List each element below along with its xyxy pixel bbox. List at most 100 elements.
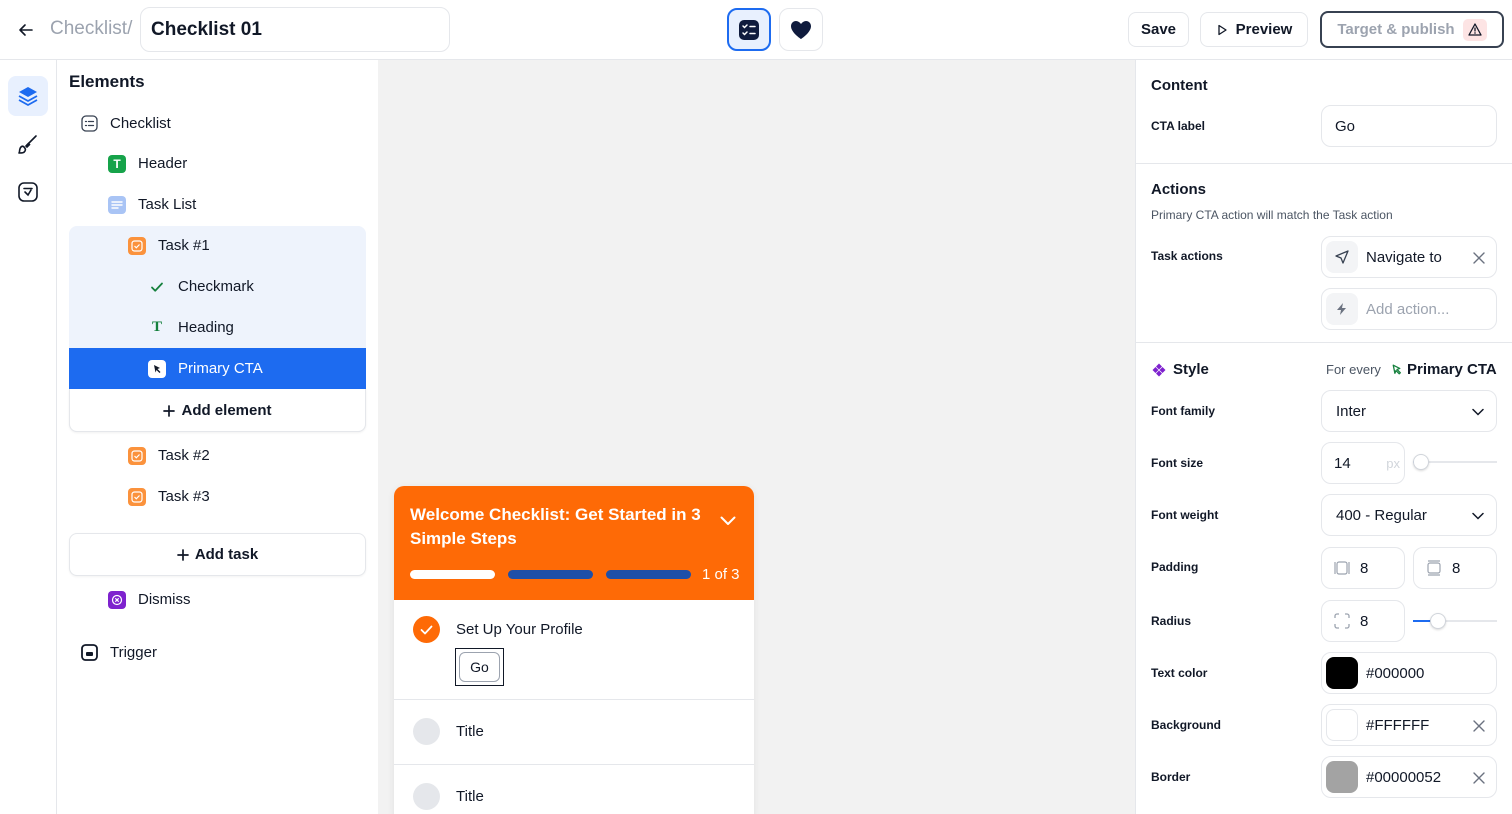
tree-item-header[interactable]: T Header <box>108 143 187 184</box>
tree-item-primary-cta[interactable]: Primary CTA <box>148 348 263 389</box>
padding-vertical-icon <box>1427 560 1441 576</box>
properties-panel: Content CTA label Go Actions Primary CTA… <box>1135 60 1512 814</box>
cursor-click-icon <box>1392 364 1401 375</box>
font-weight-label: Font weight <box>1151 508 1219 522</box>
divider <box>1136 163 1512 164</box>
arrow-left-icon <box>19 24 33 36</box>
divider <box>1136 342 1512 343</box>
task-row[interactable]: Title <box>394 700 754 765</box>
text-icon: T <box>108 154 126 173</box>
slider-knob[interactable] <box>1430 613 1447 629</box>
target-publish-button[interactable]: Target & publish <box>1320 11 1504 48</box>
layers-rail-button[interactable] <box>8 76 48 116</box>
padding-x-input[interactable]: 8 <box>1321 547 1405 589</box>
heart-icon <box>791 20 811 39</box>
tree-item-checklist[interactable]: Checklist <box>80 103 171 144</box>
add-element-button[interactable]: Add element <box>69 389 366 432</box>
task-icon <box>128 236 146 255</box>
color-swatch[interactable] <box>1326 709 1358 741</box>
close-icon[interactable] <box>1472 719 1486 733</box>
task-cta-button[interactable]: Go <box>455 648 504 686</box>
task-title: Title <box>456 788 484 805</box>
tree-item-dismiss[interactable]: Dismiss <box>108 579 191 620</box>
progress-text: 1 of 3 <box>702 566 740 583</box>
tree-item-task-list[interactable]: Task List <box>108 184 196 225</box>
text-color-input[interactable]: #000000 <box>1321 652 1497 694</box>
font-family-select[interactable]: Inter <box>1321 390 1497 432</box>
checklist-name-input[interactable] <box>140 7 450 52</box>
checklist-mode-button[interactable] <box>727 8 771 51</box>
font-size-input[interactable]: 14 px <box>1321 442 1405 484</box>
style-section-title: Style <box>1173 361 1209 378</box>
chevron-down-icon[interactable] <box>720 516 736 526</box>
task-icon <box>128 446 146 465</box>
tree-item-task2[interactable]: Task #2 <box>128 435 210 476</box>
top-bar: Checklist/ Save Preview Target & publish <box>0 0 1512 60</box>
font-family-label: Font family <box>1151 404 1216 418</box>
tree-item-trigger[interactable]: Trigger <box>80 632 157 673</box>
elements-panel: Elements Checklist T Header Task List Ta… <box>57 60 378 814</box>
padding-y-input[interactable]: 8 <box>1413 547 1497 589</box>
close-icon[interactable] <box>1472 771 1486 785</box>
preview-canvas: Welcome Checklist: Get Started in 3 Simp… <box>378 60 1135 814</box>
progress-segment-done <box>410 570 495 579</box>
background-color-input[interactable]: #FFFFFF <box>1321 704 1497 746</box>
color-swatch[interactable] <box>1326 761 1358 793</box>
border-color-input[interactable]: #00000052 <box>1321 756 1497 798</box>
radius-slider[interactable] <box>1413 613 1497 629</box>
task-actions-label: Task actions <box>1151 249 1223 263</box>
color-swatch[interactable] <box>1326 657 1358 689</box>
checklist-outline-icon <box>80 115 98 133</box>
font-size-label: Font size <box>1151 456 1204 470</box>
radius-input[interactable]: 8 <box>1321 600 1405 642</box>
favorite-mode-button[interactable] <box>779 8 823 51</box>
text-color-label: Text color <box>1151 666 1208 680</box>
tree-item-task1[interactable]: Task #1 <box>128 225 210 266</box>
heading-text-icon: T <box>151 319 162 335</box>
font-size-slider[interactable] <box>1413 454 1497 470</box>
elements-title: Elements <box>69 72 145 91</box>
close-icon[interactable] <box>1472 251 1486 265</box>
border-label: Border <box>1151 770 1191 784</box>
task-title: Set Up Your Profile <box>456 621 583 638</box>
task-row[interactable]: Title <box>394 765 754 814</box>
back-button[interactable] <box>14 18 38 42</box>
trigger-icon <box>80 644 98 662</box>
slider-knob[interactable] <box>1413 454 1430 470</box>
tree-item-checkmark[interactable]: Checkmark <box>148 266 254 307</box>
widget-header[interactable]: Welcome Checklist: Get Started in 3 Simp… <box>394 486 754 600</box>
lightning-icon <box>1326 293 1358 325</box>
task-icon <box>128 487 146 506</box>
for-every-label: For every <box>1326 362 1381 377</box>
style-diamond-icon <box>1152 363 1166 377</box>
play-icon <box>1217 24 1227 35</box>
task-row[interactable]: Set Up Your Profile Go <box>394 600 754 700</box>
preview-button[interactable]: Preview <box>1200 12 1308 47</box>
font-weight-select[interactable]: 400 - Regular <box>1321 494 1497 536</box>
task-pending-icon <box>413 718 440 745</box>
padding-horizontal-icon <box>1334 561 1350 575</box>
logic-rail-button[interactable] <box>8 172 48 212</box>
function-icon <box>18 182 38 202</box>
style-rail-button[interactable] <box>8 124 48 164</box>
save-button[interactable]: Save <box>1128 12 1189 47</box>
brush-icon <box>18 135 37 154</box>
layers-icon <box>18 87 38 106</box>
cursor-click-icon <box>148 359 166 378</box>
tree-item-heading[interactable]: T Heading <box>148 307 234 348</box>
warning-icon <box>1462 18 1487 41</box>
chevron-down-icon <box>1472 512 1484 520</box>
breadcrumb[interactable]: Checklist/ <box>50 18 132 40</box>
tree-item-task3[interactable]: Task #3 <box>128 476 210 517</box>
add-action-input[interactable]: Add action... <box>1321 288 1497 330</box>
task-done-icon <box>413 616 440 643</box>
background-label: Background <box>1151 718 1222 732</box>
task-action-item[interactable]: Navigate to <box>1321 236 1497 278</box>
chevron-down-icon <box>1472 408 1484 416</box>
navigate-icon <box>1326 241 1358 273</box>
add-task-button[interactable]: Add task <box>69 533 366 576</box>
progress-segment-todo <box>508 570 593 579</box>
cta-label-input[interactable]: Go <box>1321 105 1497 147</box>
padding-label: Padding <box>1151 560 1199 574</box>
actions-subtitle: Primary CTA action will match the Task a… <box>1151 208 1393 222</box>
